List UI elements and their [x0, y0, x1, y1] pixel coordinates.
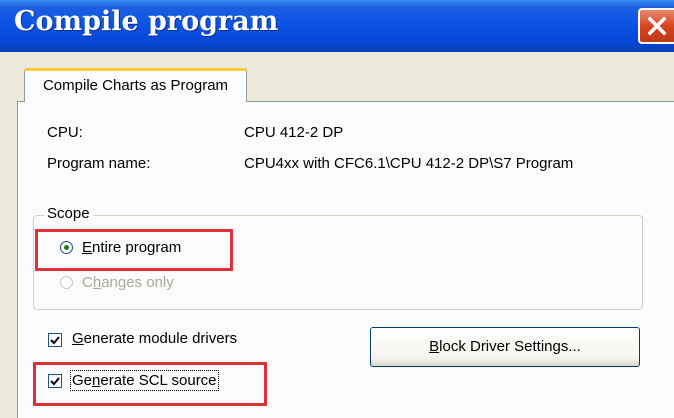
- block-driver-settings-button[interactable]: Block Driver Settings...: [370, 327, 640, 367]
- cpu-value: CPU 412-2 DP: [244, 124, 344, 141]
- generate-module-drivers-mnemonic: G: [72, 330, 84, 347]
- window-title: Compile program: [14, 6, 279, 37]
- block-driver-settings-label-rest: lock Driver Settings...: [439, 338, 581, 355]
- tab-compile-charts-as-program[interactable]: Compile Charts as Program: [24, 68, 247, 102]
- generate-module-drivers-label[interactable]: Generate module drivers: [72, 330, 237, 347]
- scope-group-title: Scope: [44, 205, 93, 222]
- title-bar[interactable]: Compile program: [0, 0, 674, 52]
- changes-only-label-rest: anges only: [101, 274, 174, 291]
- changes-only-radio[interactable]: [60, 276, 73, 289]
- changes-only-mnemonic: h: [92, 274, 102, 291]
- close-button[interactable]: [638, 8, 674, 44]
- checkmark-icon: [50, 336, 60, 345]
- highlight-generate-scl-source: [33, 362, 267, 406]
- compile-program-dialog: Compile program Compile Charts as Progra…: [0, 0, 674, 418]
- program-name-value: CPU4xx with CFC6.1\CPU 412-2 DP\S7 Progr…: [244, 155, 574, 172]
- changes-only-label-pre: C: [82, 274, 93, 291]
- program-name-label: Program name:: [47, 155, 151, 172]
- highlight-entire-program: [35, 229, 233, 271]
- changes-only-label[interactable]: Changes only: [82, 274, 174, 291]
- generate-module-drivers-label-rest: enerate module drivers: [83, 330, 238, 347]
- generate-module-drivers-checkbox[interactable]: [48, 333, 62, 347]
- cpu-label: CPU:: [47, 124, 83, 141]
- block-driver-settings-mnemonic: B: [429, 338, 440, 355]
